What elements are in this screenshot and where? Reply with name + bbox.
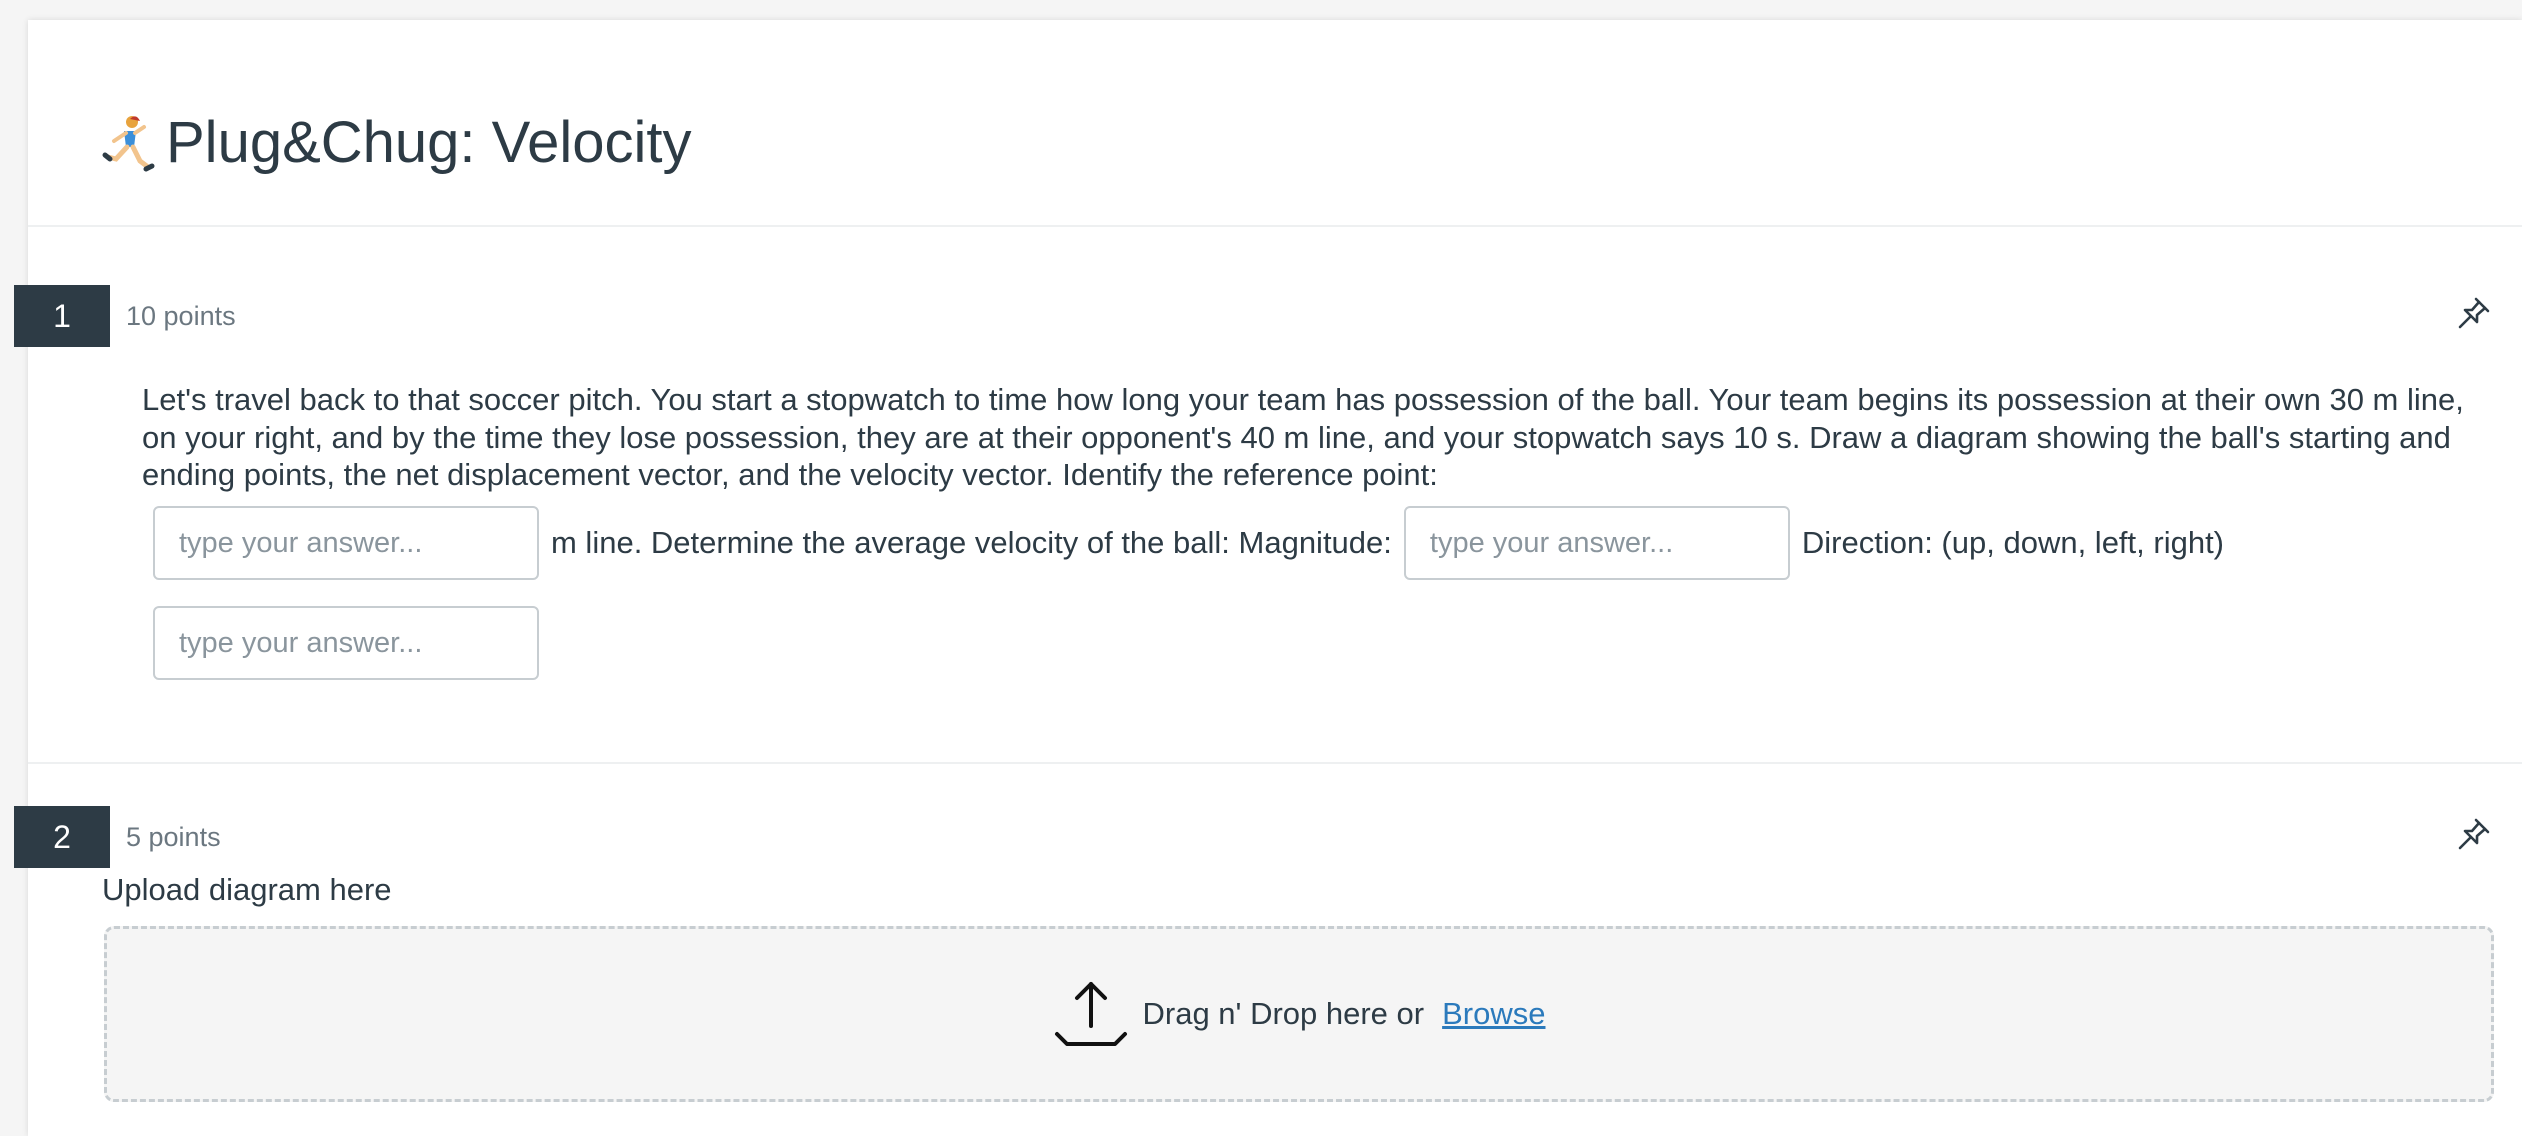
file-dropzone[interactable]: Drag n' Drop here or Browse — [104, 926, 2494, 1102]
pin-icon[interactable] — [2454, 293, 2494, 333]
answer-row-1: m line. Determine the average velocity o… — [153, 506, 2236, 580]
question-text: Let's travel back to that soccer pitch. … — [142, 382, 2464, 492]
quiz-header: Plug&Chug: Velocity — [28, 20, 2522, 227]
dropzone-text: Drag n' Drop here or — [1142, 996, 1425, 1031]
question-points: 10 points — [126, 301, 236, 331]
quiz-title-text: Plug&Chug: Velocity — [166, 110, 692, 175]
pin-icon[interactable] — [2454, 814, 2494, 854]
browse-link[interactable]: Browse — [1442, 996, 1545, 1032]
magnitude-input[interactable] — [1403, 506, 1790, 580]
direction-input[interactable] — [153, 606, 539, 680]
upload-label: Upload diagram here — [102, 872, 392, 907]
question-number: 1 — [14, 285, 110, 347]
inline-text-2: Direction: (up, down, left, right) — [1801, 525, 2225, 560]
answer-row-2 — [153, 606, 539, 680]
reference-point-input[interactable] — [153, 506, 539, 580]
quiz-title: Plug&Chug: Velocity — [100, 108, 692, 178]
question-number: 2 — [14, 806, 110, 868]
question-2: 2 5 points Upload diagram here Drag n' D… — [14, 764, 2522, 1136]
quiz-card: Plug&Chug: Velocity 1 10 points Let's tr… — [14, 20, 2522, 1136]
inline-text-1: m line. Determine the average velocity o… — [551, 525, 1392, 560]
runner-icon — [102, 116, 155, 172]
upload-icon — [1054, 982, 1127, 1046]
question-points: 5 points — [126, 822, 221, 852]
question-1: 1 10 points Let's travel back to that so… — [14, 225, 2522, 764]
